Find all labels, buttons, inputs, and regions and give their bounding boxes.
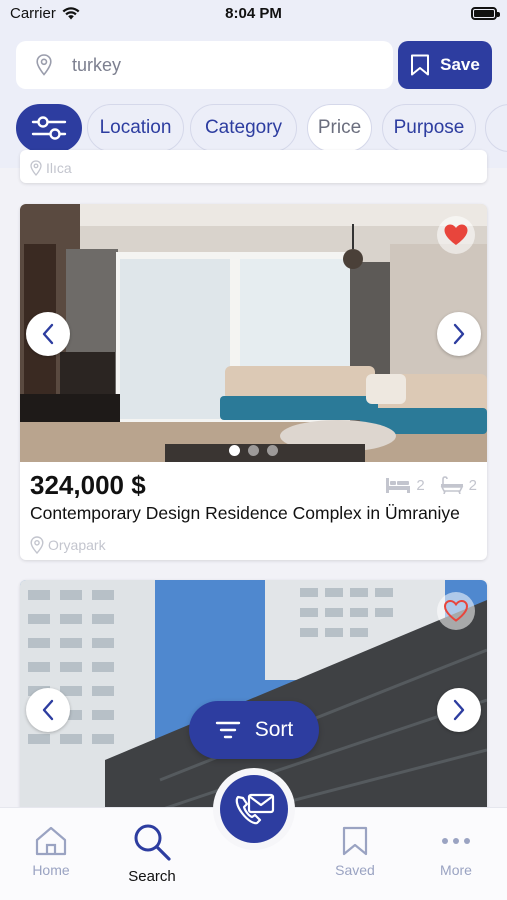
- chip-category[interactable]: Category: [190, 104, 297, 152]
- chip-more[interactable]: [485, 104, 507, 152]
- tab-more[interactable]: More: [411, 826, 501, 878]
- chip-purpose[interactable]: Purpose: [382, 104, 476, 152]
- tab-search[interactable]: Search: [107, 822, 197, 885]
- home-icon: [35, 826, 67, 856]
- filter-settings-button[interactable]: [16, 104, 82, 152]
- location-pin-icon: [36, 54, 52, 76]
- listing-card[interactable]: 324,000 $ 2 2 Contemporary Design Reside…: [20, 204, 487, 560]
- tab-search-label: Search: [128, 868, 176, 885]
- listing-photo[interactable]: [20, 204, 487, 462]
- save-search-button[interactable]: Save: [398, 41, 492, 89]
- listing-price: 324,000 $: [30, 470, 146, 500]
- sliders-icon: [31, 116, 67, 140]
- chevron-right-icon: [453, 699, 465, 721]
- location-pin-icon: [30, 160, 42, 176]
- tab-home-label: Home: [32, 862, 70, 878]
- status-bar: Carrier 8:04 PM: [0, 0, 507, 28]
- bed-icon: [386, 478, 411, 493]
- tab-home[interactable]: Home: [6, 826, 96, 878]
- filter-chips: Location Category Price Purpose: [16, 104, 507, 152]
- phone-mail-icon: [235, 793, 275, 825]
- bookmark-icon: [342, 826, 368, 856]
- sort-label: Sort: [254, 718, 294, 741]
- photo-next-button[interactable]: [437, 688, 481, 732]
- search-query: turkey: [72, 54, 122, 75]
- heart-outline-icon: [443, 599, 469, 622]
- photo-next-button[interactable]: [437, 312, 481, 356]
- chevron-left-icon: [42, 323, 54, 345]
- chevron-right-icon: [453, 323, 465, 345]
- battery-icon: [471, 7, 500, 20]
- previous-listing-card[interactable]: Ilıca: [20, 150, 487, 183]
- tab-saved-label: Saved: [335, 862, 375, 878]
- listing-location: Oryapark: [30, 536, 106, 554]
- favorite-button[interactable]: [437, 216, 475, 254]
- search-icon: [134, 824, 171, 861]
- bathroom-count: 2: [468, 476, 477, 494]
- search-input[interactable]: turkey: [16, 41, 393, 89]
- tab-more-label: More: [440, 862, 472, 878]
- listing-location-label: Oryapark: [48, 537, 106, 553]
- chip-price[interactable]: Price: [307, 104, 372, 152]
- tab-saved[interactable]: Saved: [310, 826, 400, 878]
- listing-info: 324,000 $ 2 2 Contemporary Design Reside…: [20, 462, 487, 560]
- contact-button[interactable]: [220, 775, 288, 843]
- previous-listing-location: Ilıca: [30, 160, 72, 176]
- more-dots-icon: [442, 838, 470, 844]
- search-header: turkey Save Location Category Price Purp…: [0, 28, 507, 168]
- previous-location-label: Ilıca: [46, 160, 72, 176]
- photo-prev-button[interactable]: [26, 312, 70, 356]
- chevron-left-icon: [42, 699, 54, 721]
- favorite-button[interactable]: [437, 592, 475, 630]
- photo-pagination: [20, 445, 487, 456]
- pagination-dot[interactable]: [248, 445, 259, 456]
- chip-location[interactable]: Location: [87, 104, 184, 152]
- bookmark-icon: [411, 54, 430, 76]
- living-room-photo: [20, 204, 487, 462]
- bathtub-icon: [440, 476, 463, 494]
- pagination-dot[interactable]: [229, 445, 240, 456]
- heart-filled-icon: [444, 224, 468, 245]
- save-button-label: Save: [440, 55, 480, 74]
- location-pin-icon: [30, 536, 44, 554]
- photo-prev-button[interactable]: [26, 688, 70, 732]
- contact-fab[interactable]: [213, 768, 295, 850]
- listing-title: Contemporary Design Residence Complex in…: [30, 503, 460, 523]
- status-time: 8:04 PM: [225, 5, 282, 22]
- listing-features: 2 2: [385, 476, 477, 494]
- bedroom-count: 2: [416, 476, 425, 494]
- sort-lines-icon: [215, 721, 240, 739]
- sort-button[interactable]: Sort: [189, 701, 319, 759]
- pagination-dot[interactable]: [267, 445, 278, 456]
